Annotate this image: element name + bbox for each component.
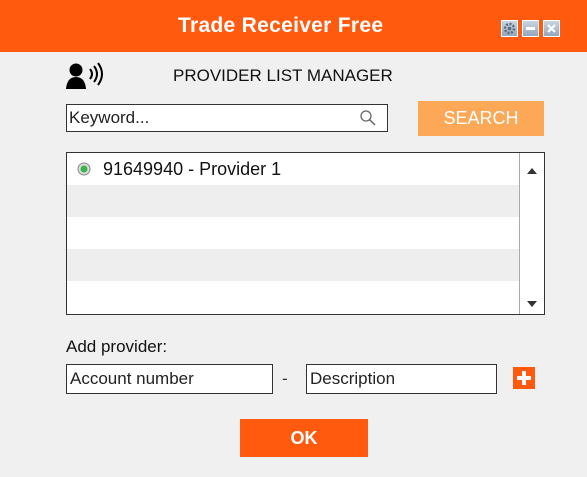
window-title: Trade Receiver Free	[178, 14, 384, 37]
speaker-user-icon	[66, 62, 112, 95]
add-provider-button[interactable]	[513, 367, 535, 389]
description-field[interactable]	[306, 364, 497, 394]
minimize-icon[interactable]	[522, 20, 539, 37]
plus-icon	[513, 371, 535, 392]
page-title: PROVIDER LIST MANAGER	[173, 66, 393, 85]
ok-button[interactable]: OK	[240, 419, 368, 457]
provider-label: 91649940 - Provider 1	[103, 159, 282, 179]
settings-icon[interactable]	[501, 20, 518, 37]
add-provider-label: Add provider:	[66, 337, 168, 356]
empty-list-row	[67, 281, 519, 313]
status-active-icon[interactable]	[77, 162, 91, 181]
scroll-up-icon[interactable]	[527, 161, 537, 179]
account-number-input[interactable]	[70, 368, 255, 390]
list-scrollbar[interactable]	[519, 153, 544, 314]
title-bar: Trade Receiver Free	[0, 0, 587, 52]
search-field[interactable]	[66, 104, 388, 132]
magnifier-icon[interactable]	[359, 109, 377, 132]
empty-list-row	[67, 185, 519, 217]
separator-dash: -	[282, 369, 288, 388]
close-icon[interactable]	[543, 20, 560, 37]
empty-list-row	[67, 249, 519, 281]
provider-list[interactable]: 91649940 - Provider 1	[66, 152, 545, 315]
empty-list-row	[67, 217, 519, 249]
search-input[interactable]	[69, 107, 349, 129]
list-item[interactable]: 91649940 - Provider 1	[67, 153, 519, 185]
description-input[interactable]	[310, 368, 481, 390]
account-number-field[interactable]	[66, 364, 273, 394]
search-button[interactable]: SEARCH	[418, 101, 544, 136]
scroll-down-icon[interactable]	[527, 294, 537, 312]
